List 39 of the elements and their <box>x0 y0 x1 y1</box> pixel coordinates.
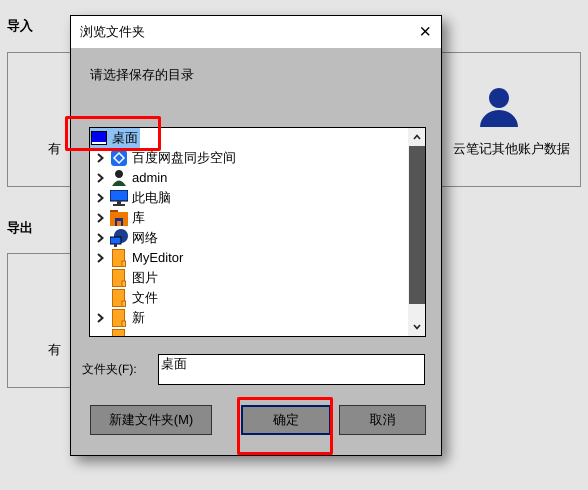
card-label: 有 <box>48 140 61 158</box>
folder-icon <box>110 210 128 226</box>
field-label: 文件夹(F): <box>82 361 138 378</box>
folder-icon <box>112 268 126 286</box>
chevron-icon[interactable] <box>96 172 104 182</box>
tree-item[interactable]: 网络 <box>110 228 160 248</box>
tree-item[interactable]: 库 <box>110 208 147 228</box>
tree-item[interactable]: 新 <box>110 308 147 328</box>
prompt-text: 请选择保存的目录 <box>90 66 194 84</box>
chevron-icon[interactable] <box>96 212 104 222</box>
tree-item[interactable]: 图片 <box>110 268 160 288</box>
chevron-icon[interactable] <box>96 232 104 242</box>
tree-item[interactable]: 百度网盘同步空间 <box>110 148 238 168</box>
chevron-icon[interactable] <box>96 312 104 322</box>
window-title: 浏览文件夹 <box>80 23 145 42</box>
tree-item[interactable]: 此电脑 <box>110 188 173 208</box>
folder-icon <box>112 248 126 266</box>
tree-item[interactable]: 文件 <box>110 288 160 308</box>
folder-icon <box>112 288 126 306</box>
tree-item[interactable]: 桌面 <box>90 128 140 148</box>
folder-name-field[interactable]: 桌面 <box>158 354 425 384</box>
dialog-button[interactable]: 确定 <box>241 404 331 434</box>
person-icon <box>112 170 126 186</box>
chevron-icon[interactable] <box>96 252 104 262</box>
folder-icon <box>112 308 126 326</box>
globe-icon <box>110 228 128 246</box>
dialog-button[interactable]: 取消 <box>339 404 426 434</box>
monitor-icon <box>110 190 128 206</box>
tree-item[interactable]: admin <box>110 168 170 188</box>
close-button[interactable]: × <box>417 22 433 42</box>
chevron-icon[interactable] <box>96 152 104 162</box>
dialog-button[interactable]: 新建文件夹(M) <box>90 404 212 434</box>
card-label: 有 <box>48 341 61 359</box>
tree-item[interactable]: MyEditor <box>110 248 186 268</box>
section-heading: 导入 <box>7 17 33 35</box>
chevron-icon[interactable] <box>96 192 104 202</box>
section-heading: 导出 <box>7 218 33 236</box>
scrollbar-thumb[interactable] <box>408 146 424 304</box>
card-label: 云笔记其他账户数据 <box>453 140 570 158</box>
